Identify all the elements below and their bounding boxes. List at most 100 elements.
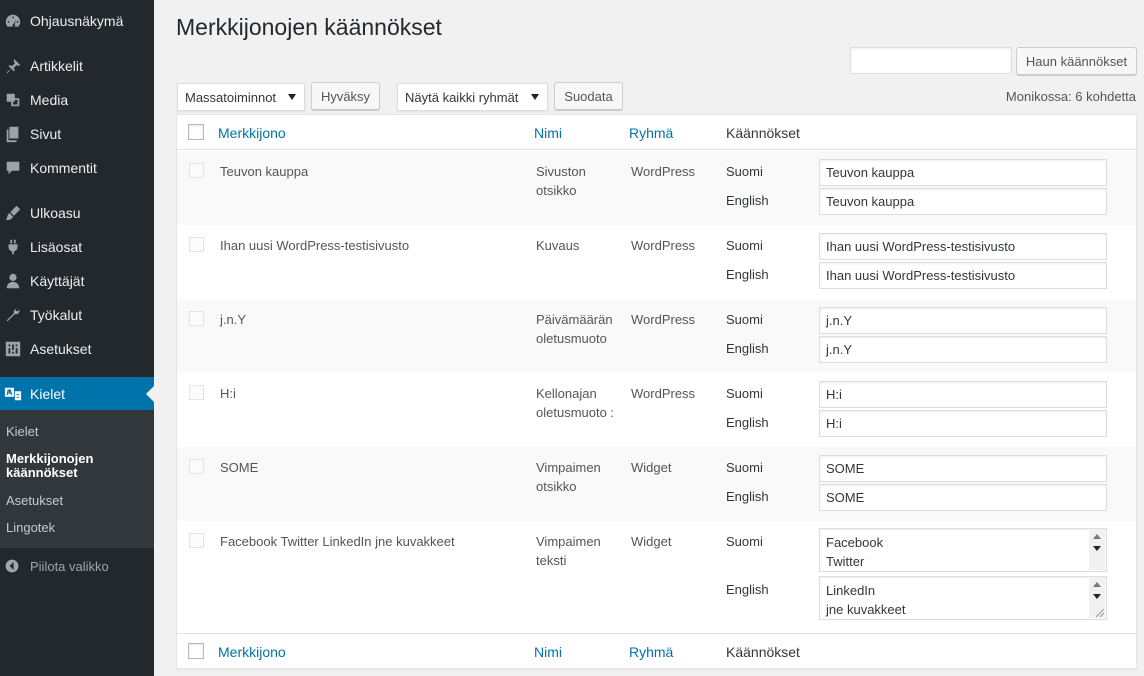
language-label: English <box>726 341 769 356</box>
submenu-item-lingotek[interactable]: Lingotek <box>6 521 55 535</box>
row-checkbox[interactable] <box>189 459 204 474</box>
string-cell: Facebook Twitter LinkedIn jne kuvakkeet <box>220 534 455 549</box>
group-cell: WordPress <box>631 312 696 327</box>
translation-input[interactable]: H:i <box>819 410 1107 437</box>
bulk-actions-select[interactable]: Massatoiminnot <box>177 83 305 111</box>
select-all-checkbox[interactable] <box>188 643 204 659</box>
sidebar-item-label: Media <box>30 92 69 108</box>
column-name[interactable]: Nimi <box>534 125 562 141</box>
submenu-item-languages[interactable]: Kielet <box>6 425 39 439</box>
apply-button[interactable]: Hyväksy <box>311 82 380 110</box>
translation-input[interactable]: H:i <box>819 381 1107 408</box>
item-count: Monikossa: 6 kohdetta <box>1005 89 1136 104</box>
table-row: Ihan uusi WordPress-testisivusto Kuvaus … <box>177 225 1136 299</box>
sidebar-item-pages[interactable]: Sivut <box>0 117 154 151</box>
column-name[interactable]: Nimi <box>534 644 562 660</box>
brush-icon <box>4 205 21 221</box>
string-cell: H:i <box>220 386 236 401</box>
submenu-item-string-translations[interactable]: Merkkijonojen käännökset <box>6 452 106 480</box>
translate-icon <box>4 387 22 401</box>
search-translations-button[interactable]: Haun käännökset <box>1016 47 1137 75</box>
filter-button[interactable]: Suodata <box>554 82 623 110</box>
sidebar-item-users[interactable]: Käyttäjät <box>0 264 154 298</box>
scroll-down-icon <box>1093 546 1101 551</box>
name-cell: Sivuston otsikko <box>536 164 586 198</box>
scroll-down-icon <box>1093 594 1101 599</box>
sidebar-item-label: Ohjausnäkymä <box>30 13 124 29</box>
language-label: English <box>726 415 769 430</box>
sidebar-item-media[interactable]: Media <box>0 83 154 117</box>
sidebar-item-posts[interactable]: Artikkelit <box>0 49 154 83</box>
sidebar-item-tools[interactable]: Työkalut <box>0 298 154 332</box>
translation-input[interactable]: Ihan uusi WordPress-testisivusto <box>819 262 1107 289</box>
sidebar-item-label: Kommentit <box>30 160 97 176</box>
translation-input[interactable]: SOME <box>819 484 1107 511</box>
row-checkbox[interactable] <box>189 163 204 178</box>
column-group[interactable]: Ryhmä <box>629 644 673 660</box>
dashboard-icon <box>4 14 21 28</box>
collapse-arrow-icon <box>4 558 20 574</box>
group-cell: WordPress <box>631 164 696 179</box>
row-checkbox[interactable] <box>189 311 204 326</box>
translation-input[interactable]: j.n.Y <box>819 336 1107 363</box>
translation-input[interactable]: Teuvon kauppa <box>819 188 1107 215</box>
group-filter-select[interactable]: Näytä kaikki ryhmät <box>397 83 548 111</box>
language-label: Suomi <box>726 460 763 475</box>
textarea-scrollbar[interactable] <box>1089 578 1105 618</box>
textarea-scrollbar[interactable] <box>1089 530 1105 570</box>
sidebar-item-label: Työkalut <box>30 307 83 323</box>
table-row: j.n.Y Päivämäärän oletusmuoto WordPress … <box>177 299 1136 373</box>
column-string[interactable]: Merkkijono <box>218 125 286 141</box>
select-all-checkbox[interactable] <box>188 124 204 140</box>
comment-icon <box>4 161 20 175</box>
translation-input[interactable]: Ihan uusi WordPress-testisivusto <box>819 233 1107 260</box>
language-label: Suomi <box>726 312 763 327</box>
language-label: Suomi <box>726 164 763 179</box>
group-cell: Widget <box>631 534 672 549</box>
table-header: Merkkijono Nimi Ryhmä Käännökset <box>177 115 1136 150</box>
translation-input[interactable]: Teuvon kauppa <box>819 159 1107 186</box>
media-icon <box>4 93 20 107</box>
translation-textarea-value: Facebook Twitter <box>826 535 884 569</box>
column-group[interactable]: Ryhmä <box>629 125 673 141</box>
translation-textarea[interactable]: Facebook Twitter <box>819 528 1107 572</box>
table-row: SOME Vimpaimen otsikko Widget Suomi SOME… <box>177 447 1136 521</box>
sidebar-item-languages[interactable]: Kielet <box>0 377 154 411</box>
column-string[interactable]: Merkkijono <box>218 644 286 660</box>
sidebar-item-comments[interactable]: Kommentit <box>0 151 154 185</box>
group-filter-value: Näytä kaikki ryhmät <box>405 89 519 105</box>
sidebar-item-appearance[interactable]: Ulkoasu <box>0 196 154 230</box>
translation-textarea[interactable]: LinkedIn jne kuvakkeet <box>819 576 1107 620</box>
page-title: Merkkijonojen käännökset <box>176 14 442 40</box>
sidebar-item-label: Asetukset <box>30 341 92 357</box>
sidebar-item-plugins[interactable]: Lisäosat <box>0 230 154 264</box>
column-translations: Käännökset <box>726 125 800 141</box>
row-checkbox[interactable] <box>189 385 204 400</box>
collapse-menu-button[interactable]: Piilota valikko <box>0 552 154 580</box>
language-label: Suomi <box>726 238 763 253</box>
language-label: English <box>726 489 769 504</box>
chevron-down-icon <box>531 94 539 100</box>
sidebar-item-settings[interactable]: Asetukset <box>0 332 154 366</box>
table-row: Teuvon kauppa Sivuston otsikko WordPress… <box>177 151 1136 225</box>
resize-grip-icon[interactable] <box>1096 609 1104 617</box>
translation-input[interactable]: j.n.Y <box>819 307 1107 334</box>
wrench-icon <box>4 308 20 322</box>
plugin-icon <box>4 239 18 255</box>
name-cell: Kellonajan oletusmuoto : <box>536 386 615 420</box>
row-checkbox[interactable] <box>189 237 204 252</box>
users-icon <box>4 273 20 289</box>
group-cell: WordPress <box>631 386 696 401</box>
sidebar-item-dashboard[interactable]: Ohjausnäkymä <box>0 4 154 38</box>
translation-input[interactable]: SOME <box>819 455 1107 482</box>
scroll-up-icon <box>1093 582 1101 587</box>
row-checkbox[interactable] <box>189 533 204 548</box>
language-label: Suomi <box>726 534 763 549</box>
string-cell: j.n.Y <box>220 312 247 327</box>
submenu-item-settings[interactable]: Asetukset <box>6 494 63 508</box>
sidebar-item-label: Lisäosat <box>30 239 83 255</box>
collapse-menu-label: Piilota valikko <box>30 558 109 574</box>
scroll-up-icon <box>1093 534 1101 539</box>
string-cell: Ihan uusi WordPress-testisivusto <box>220 238 410 253</box>
search-input[interactable] <box>850 47 1012 74</box>
